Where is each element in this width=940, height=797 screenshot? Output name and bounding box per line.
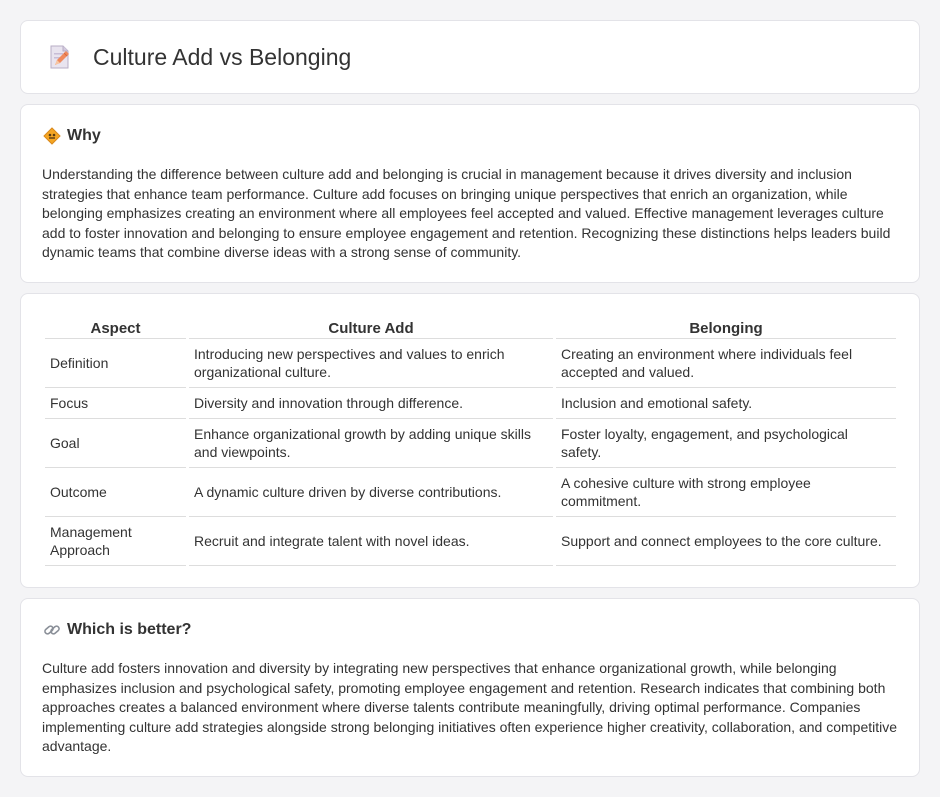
cell-belonging: A cohesive culture with strong employee …	[556, 468, 896, 517]
cell-culture-add: Enhance organizational growth by adding …	[189, 419, 553, 468]
title-card: Culture Add vs Belonging	[20, 20, 920, 94]
table-row: Definition Introducing new perspectives …	[45, 339, 896, 388]
title-row: Culture Add vs Belonging	[45, 43, 351, 71]
diamond-sign-icon	[43, 127, 61, 145]
cell-aspect: Goal	[45, 419, 186, 468]
page-title: Culture Add vs Belonging	[93, 43, 352, 70]
link-icon	[44, 625, 60, 635]
edit-document-icon	[50, 45, 69, 69]
better-body: Culture add fosters innovation and diver…	[42, 660, 898, 754]
cell-aspect: Outcome	[45, 468, 186, 517]
which-better-card: Which is better? Culture add fosters inn…	[20, 598, 920, 777]
cell-culture-add: A dynamic culture driven by diverse cont…	[189, 468, 553, 517]
better-title: Which is better?	[67, 621, 192, 638]
cell-belonging: Creating an environment where individual…	[556, 339, 896, 388]
cell-aspect: Definition	[45, 339, 186, 388]
cell-belonging: Inclusion and emotional safety.	[556, 388, 896, 419]
why-body: Understanding the difference between cul…	[42, 166, 891, 260]
comparison-table: Aspect Culture Add Belonging Definition …	[42, 315, 899, 566]
cell-belonging: Foster loyalty, engagement, and psycholo…	[556, 419, 896, 468]
header-aspect: Aspect	[45, 315, 186, 339]
cell-belonging: Support and connect employees to the cor…	[556, 517, 896, 566]
why-title: Why	[67, 127, 101, 144]
cell-culture-add: Diversity and innovation through differe…	[189, 388, 553, 419]
table-row: Outcome A dynamic culture driven by dive…	[45, 468, 896, 517]
cell-culture-add: Introducing new perspectives and values …	[189, 339, 553, 388]
table-header-row: Aspect Culture Add Belonging	[45, 315, 896, 339]
comparison-card: Aspect Culture Add Belonging Definition …	[20, 293, 920, 588]
cell-culture-add: Recruit and integrate talent with novel …	[189, 517, 553, 566]
table-row: Management Approach Recruit and integrat…	[45, 517, 896, 566]
header-belonging: Belonging	[556, 315, 896, 339]
why-header: Why	[43, 127, 101, 145]
table-row: Goal Enhance organizational growth by ad…	[45, 419, 896, 468]
header-culture-add: Culture Add	[189, 315, 553, 339]
cell-aspect: Management Approach	[45, 517, 186, 566]
table-row: Focus Diversity and innovation through d…	[45, 388, 896, 419]
cell-aspect: Focus	[45, 388, 186, 419]
better-header: Which is better?	[43, 621, 191, 639]
why-card: Why Understanding the difference between…	[20, 104, 920, 283]
